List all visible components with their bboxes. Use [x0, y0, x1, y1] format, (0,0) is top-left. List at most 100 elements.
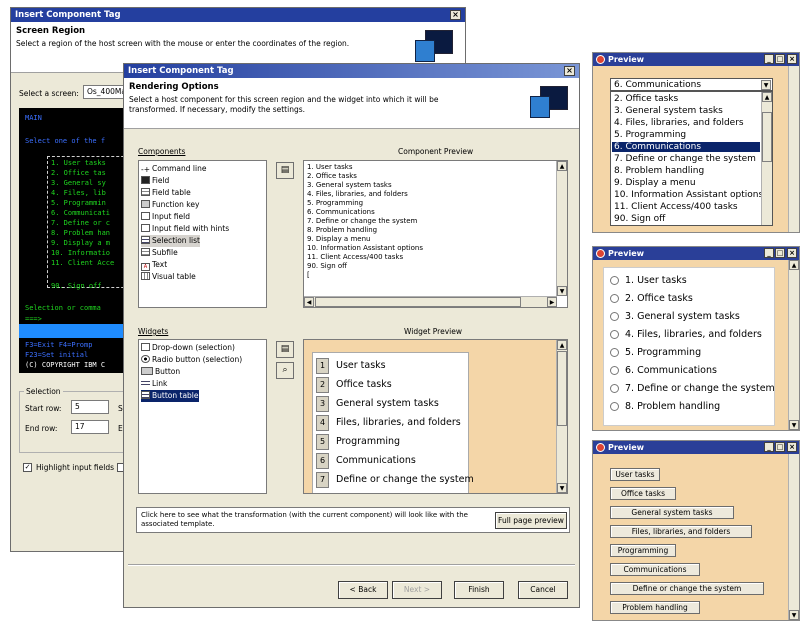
dropdown-list[interactable]: 2. Office tasks 3. General system tasks … [610, 91, 773, 226]
preview-titlebar: Preview _ □ × [593, 441, 799, 454]
scroll-up-icon[interactable]: ▲ [762, 92, 772, 102]
radio-button[interactable] [610, 276, 619, 285]
close-icon[interactable]: × [787, 442, 797, 452]
radio-button[interactable] [610, 312, 619, 321]
radio-button[interactable] [610, 402, 619, 411]
widget-button[interactable]: Button [141, 366, 180, 378]
preview-horizontal-scrollbar[interactable]: ◀ ▶ [304, 296, 557, 307]
close-icon[interactable]: × [450, 10, 461, 20]
dropdown-option[interactable]: 2. Office tasks [614, 94, 678, 104]
minimize-icon[interactable]: _ [764, 248, 774, 258]
preview-window-radio: Preview _ □ × ▲ ▼ 1. User tasks 2. Offic… [592, 246, 800, 431]
preview-vertical-scrollbar[interactable]: ▲ ▼ [556, 161, 567, 296]
scroll-up-icon[interactable]: ▲ [557, 161, 567, 171]
radio-button[interactable] [610, 348, 619, 357]
dropdown-option[interactable]: 9. Display a menu [614, 178, 696, 188]
scroll-thumb[interactable] [557, 351, 567, 426]
preview-button[interactable]: Communications [610, 563, 700, 576]
radio-button[interactable] [610, 384, 619, 393]
widgets-list[interactable]: Drop-down (selection) Radio button (sele… [138, 339, 267, 494]
component-settings-button[interactable]: ▤ [276, 162, 294, 179]
widget-link[interactable]: Link [141, 378, 167, 390]
radio-button[interactable] [610, 294, 619, 303]
component-text[interactable]: A Text [141, 259, 167, 271]
minimize-icon[interactable]: _ [764, 442, 774, 452]
scroll-left-icon[interactable]: ◀ [304, 297, 314, 307]
scroll-thumb[interactable] [762, 112, 772, 162]
finish-button[interactable]: Finish [454, 581, 504, 599]
chevron-down-icon[interactable]: ▼ [761, 80, 771, 90]
preview-button[interactable]: Programming [610, 544, 676, 557]
dropdown-option[interactable]: 4. Files, libraries, and folders [614, 118, 744, 128]
dropdown-option[interactable]: 7. Define or change the system [614, 154, 756, 164]
window-scrollbar[interactable] [788, 66, 799, 232]
component-subfile[interactable]: Subfile [141, 247, 178, 259]
scroll-thumb[interactable] [315, 297, 521, 307]
dropdown-option-highlighted[interactable]: 6. Communications [612, 142, 760, 152]
component-input-field-hints[interactable]: Input field with hints [141, 223, 229, 235]
radio-button[interactable] [610, 366, 619, 375]
end-row-field[interactable]: 17 [71, 420, 109, 434]
cancel-button[interactable]: Cancel [518, 581, 568, 599]
scroll-down-icon[interactable]: ▼ [557, 286, 567, 296]
dropdown-scrollbar[interactable]: ▲ [761, 92, 772, 225]
scroll-up-icon[interactable]: ▲ [789, 260, 799, 270]
back-button[interactable]: < Back [338, 581, 388, 599]
terminal-line: ===> [25, 315, 42, 323]
component-command-line[interactable]: -+ Command line [141, 163, 206, 175]
widget-radio[interactable]: Radio button (selection) [141, 354, 242, 366]
widget-preview-pane[interactable]: 1 User tasks 2 Office tasks 3 General syste… [303, 339, 568, 494]
dropdown-option[interactable]: 11. Client Access/400 tasks [614, 202, 738, 212]
highlight-checkbox[interactable]: ✓ [23, 463, 32, 472]
full-page-preview-button[interactable]: Full page preview [495, 512, 567, 529]
close-icon[interactable]: × [787, 54, 797, 64]
back-dialog-header-desc: Select a region of the host screen with … [16, 39, 350, 48]
component-visual-table[interactable]: Visual table [141, 271, 196, 283]
preview-button[interactable]: User tasks [610, 468, 660, 481]
components-list[interactable]: -+ Command line Field Field table Functio… [138, 160, 267, 308]
scroll-down-icon[interactable]: ▼ [789, 610, 799, 620]
preview-line: 2. Office tasks [307, 172, 357, 180]
dropdown-option[interactable]: 3. General system tasks [614, 106, 723, 116]
dropdown-option[interactable]: 8. Problem handling [614, 166, 704, 176]
component-preview-pane[interactable]: 1. User tasks 2. Office tasks 3. General… [303, 160, 568, 308]
widget-dropdown[interactable]: Drop-down (selection) [141, 342, 235, 354]
start-row-field[interactable]: 5 [71, 400, 109, 414]
maximize-icon[interactable]: □ [775, 54, 785, 64]
widget-settings-button[interactable]: ▤ [276, 341, 294, 358]
dropdown-select[interactable]: 6. Communications ▼ [610, 78, 773, 91]
component-function-key[interactable]: Function key [141, 199, 199, 211]
window-scrollbar[interactable]: ▼ [788, 454, 799, 620]
scroll-down-icon[interactable]: ▼ [789, 420, 799, 430]
widget-button-table[interactable]: Button table [141, 390, 199, 402]
component-field[interactable]: Field [141, 175, 169, 187]
radio-button[interactable] [610, 330, 619, 339]
terminal-line: 7. Define or c [51, 219, 111, 227]
preview-button[interactable]: Problem handling [610, 601, 700, 614]
preview-button[interactable]: General system tasks [610, 506, 734, 519]
close-icon[interactable]: × [564, 66, 575, 76]
dropdown-option[interactable]: 90. Sign off [614, 214, 665, 224]
dropdown-option[interactable]: 10. Information Assistant options [614, 190, 763, 200]
dropdown-option[interactable]: 5. Programming [614, 130, 686, 140]
scroll-down-icon[interactable]: ▼ [557, 483, 567, 493]
component-selection-list[interactable]: Selection list [141, 235, 200, 247]
preview-window-dropdown: Preview _ □ × 6. Communications ▼ 2. Off… [592, 52, 800, 233]
preview-button[interactable]: Office tasks [610, 487, 676, 500]
preview-button[interactable]: Define or change the system [610, 582, 764, 595]
component-field-table[interactable]: Field table [141, 187, 191, 199]
window-scrollbar[interactable]: ▲ ▼ [788, 260, 799, 430]
component-input-field[interactable]: Input field [141, 211, 190, 223]
host-screen-terminal[interactable]: MAIN Select one of the f 1. User tasks 2… [19, 108, 129, 373]
scroll-right-icon[interactable]: ▶ [547, 297, 557, 307]
widget-zoom-button[interactable]: ⌕ [276, 362, 294, 379]
minimize-icon[interactable]: _ [764, 54, 774, 64]
scroll-up-icon[interactable]: ▲ [557, 340, 567, 350]
next-button[interactable]: Next > [392, 581, 442, 599]
widget-preview-scrollbar[interactable]: ▲ ▼ [556, 340, 567, 493]
preview-button[interactable]: Files, libraries, and folders [610, 525, 752, 538]
maximize-icon[interactable]: □ [775, 248, 785, 258]
close-icon[interactable]: × [787, 248, 797, 258]
maximize-icon[interactable]: □ [775, 442, 785, 452]
radio-group: 1. User tasks 2. Office tasks 3. General… [603, 267, 775, 426]
